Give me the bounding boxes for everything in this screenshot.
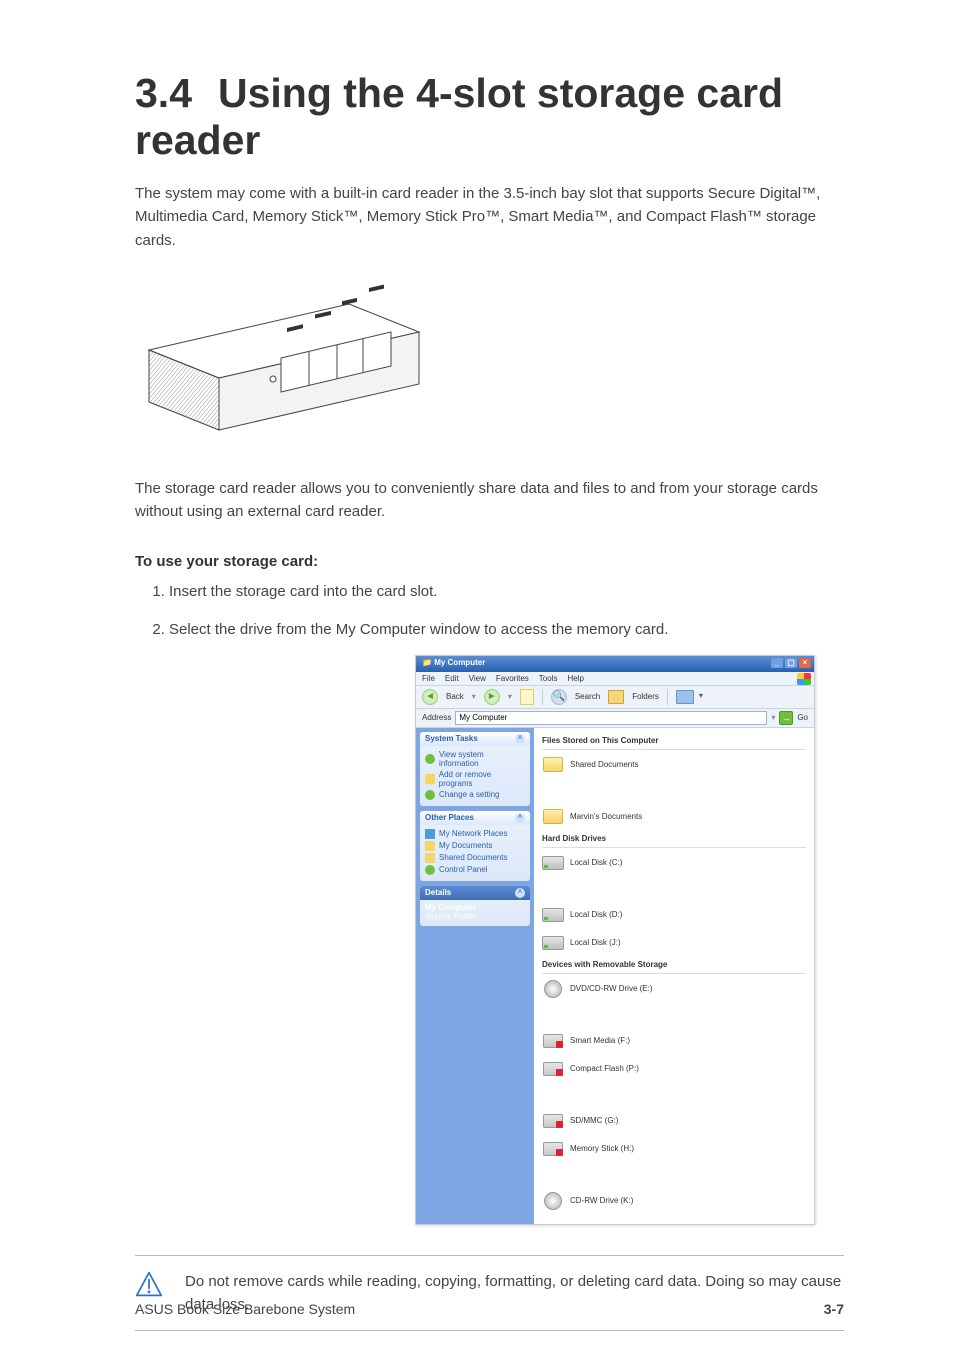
folder-icon (543, 809, 563, 824)
folders-label: Folders (632, 692, 659, 701)
main-pane: Files Stored on This Computer Shared Doc… (534, 728, 814, 1224)
back-label: Back (446, 692, 464, 701)
maximize-button[interactable]: ▢ (785, 658, 797, 668)
menu-edit[interactable]: Edit (445, 674, 459, 683)
link-view-sys-info[interactable]: View system information (425, 749, 525, 769)
caution-box: Do not remove cards while reading, copyi… (135, 1255, 844, 1332)
section-title: Using the 4-slot storage card reader (135, 70, 783, 163)
card-reader-drawing (131, 280, 431, 455)
section-hard-disks: Hard Disk Drives (542, 834, 806, 843)
subhead: To use your storage card: (135, 553, 844, 570)
panel-header[interactable]: Other Places ˄ (420, 811, 530, 825)
menu-view[interactable]: View (469, 674, 486, 683)
folder-icon (543, 757, 563, 772)
link-change-setting[interactable]: Change a setting (425, 789, 525, 801)
panel-details: Details ˄ My Computer System Folder (420, 886, 530, 926)
item-shared-documents[interactable]: Shared Documents (542, 754, 662, 776)
address-bar: Address ▾ → Go (416, 709, 814, 728)
footer-left: ASUS Book Size Barebone System (135, 1301, 355, 1317)
panel-title: System Tasks (425, 734, 478, 743)
details-subtitle: System Folder (425, 912, 525, 921)
removable-icon (543, 1062, 563, 1076)
link-control-panel[interactable]: Control Panel (425, 864, 525, 876)
panel-header[interactable]: Details ˄ (420, 886, 530, 900)
item-compact-flash[interactable]: Compact Flash (P:) (542, 1058, 662, 1080)
search-label: Search (575, 692, 600, 701)
hdd-icon (542, 856, 564, 870)
details-title: My Computer (425, 903, 525, 912)
item-memory-stick[interactable]: Memory Stick (H:) (542, 1138, 662, 1160)
item-cdrw-drive[interactable]: CD-RW Drive (K:) (542, 1190, 662, 1212)
menu-favorites[interactable]: Favorites (496, 674, 529, 683)
chevron-up-icon: ˄ (515, 734, 525, 744)
windows-flag-icon (797, 673, 811, 685)
window-title: My Computer (434, 658, 485, 667)
menu-bar: File Edit View Favorites Tools Help (416, 672, 814, 686)
step-2: Select the drive from the My Computer wi… (169, 618, 844, 641)
section-files-stored: Files Stored on This Computer (542, 736, 806, 745)
steps-list: Insert the storage card into the card sl… (169, 580, 844, 641)
item-dvd-cdrw[interactable]: DVD/CD-RW Drive (E:) (542, 978, 662, 1000)
window-buttons: _ ▢ × (771, 658, 811, 668)
go-label: Go (797, 713, 808, 722)
optical-drive-icon (544, 1192, 562, 1210)
search-icon[interactable]: 🔍 (551, 689, 567, 705)
panel-title: Other Places (425, 813, 474, 822)
panel-header[interactable]: System Tasks ˄ (420, 732, 530, 746)
hdd-icon (542, 908, 564, 922)
link-my-documents[interactable]: My Documents (425, 840, 525, 852)
note-paragraph: The storage card reader allows you to co… (135, 477, 844, 524)
go-button[interactable]: → (779, 711, 793, 725)
item-user-documents[interactable]: Marvin's Documents (542, 806, 662, 828)
intro-paragraph: The system may come with a built-in card… (135, 182, 844, 252)
item-smart-media[interactable]: Smart Media (F:) (542, 1030, 662, 1052)
section-removable: Devices with Removable Storage (542, 960, 806, 969)
device-illustration (131, 280, 844, 455)
forward-button[interactable]: ► (484, 689, 500, 705)
folders-button[interactable] (608, 690, 624, 704)
removable-icon (543, 1142, 563, 1156)
chevron-up-icon: ˄ (515, 888, 525, 898)
section-heading: 3.4Using the 4-slot storage card reader (135, 70, 844, 164)
address-label: Address (422, 713, 451, 722)
address-input[interactable] (455, 711, 767, 725)
page-footer: ASUS Book Size Barebone System 3-7 (135, 1301, 844, 1317)
folder-icon: 📁 (422, 658, 434, 667)
my-computer-screenshot: 📁 My Computer _ ▢ × File Edit View Favor… (415, 655, 815, 1225)
views-button[interactable] (676, 690, 694, 704)
chevron-up-icon: ˄ (515, 813, 525, 823)
item-local-disk-c[interactable]: Local Disk (C:) (542, 852, 662, 874)
removable-icon (543, 1034, 563, 1048)
footer-page-number: 3-7 (824, 1301, 844, 1317)
optical-drive-icon (544, 980, 562, 998)
menu-file[interactable]: File (422, 674, 435, 683)
link-shared-docs[interactable]: Shared Documents (425, 852, 525, 864)
panel-title: Details (425, 888, 451, 897)
toolbar: ◄ Back ▾ ► ▾ 🔍 Search Folders (416, 686, 814, 709)
close-button[interactable]: × (799, 658, 811, 668)
up-button[interactable] (520, 689, 534, 705)
window-titlebar: 📁 My Computer _ ▢ × (416, 656, 814, 672)
side-panel: System Tasks ˄ View system information A… (416, 728, 534, 1224)
step-1: Insert the storage card into the card sl… (169, 580, 844, 603)
item-local-disk-d[interactable]: Local Disk (D:) (542, 904, 662, 926)
item-sd-mmc[interactable]: SD/MMC (G:) (542, 1110, 662, 1132)
link-network-places[interactable]: My Network Places (425, 828, 525, 840)
panel-other-places: Other Places ˄ My Network Places My Docu… (420, 811, 530, 881)
removable-icon (543, 1114, 563, 1128)
minimize-button[interactable]: _ (771, 658, 783, 668)
panel-system-tasks: System Tasks ˄ View system information A… (420, 732, 530, 806)
warning-icon (135, 1270, 163, 1298)
hdd-icon (542, 936, 564, 950)
link-add-remove[interactable]: Add or remove programs (425, 769, 525, 789)
menu-tools[interactable]: Tools (539, 674, 558, 683)
window-body: System Tasks ˄ View system information A… (416, 728, 814, 1224)
menu-help[interactable]: Help (567, 674, 583, 683)
back-button[interactable]: ◄ (422, 689, 438, 705)
item-local-disk-j[interactable]: Local Disk (J:) (542, 932, 662, 954)
section-number: 3.4 (135, 70, 192, 116)
